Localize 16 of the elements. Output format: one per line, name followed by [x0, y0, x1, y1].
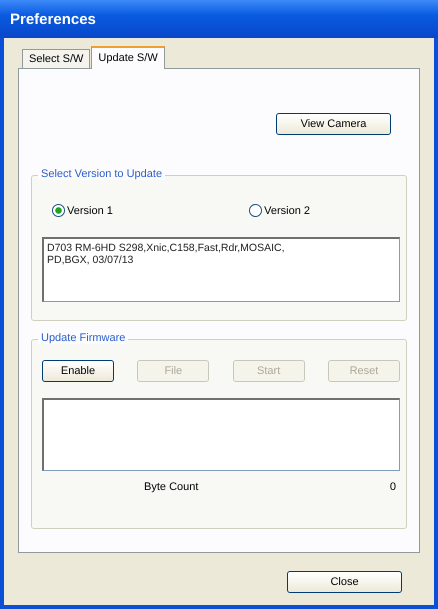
details-field[interactable]: D703 RM-6HD S298,Xnic,C158,Fast,Rdr,MOSAIC, PD,BGX, 03/07/13: [42, 237, 400, 302]
radio-label[interactable]: Version 1: [67, 204, 113, 216]
tab[interactable]: Update S/W: [91, 46, 165, 69]
byte-count-label: Byte Count: [144, 481, 198, 493]
radio-button[interactable]: [249, 204, 262, 217]
group-title: Update Firmware: [38, 332, 128, 344]
tab[interactable]: Select S/W: [22, 49, 90, 68]
radio-label[interactable]: Version 2: [264, 204, 310, 216]
push-button[interactable]: Enable: [42, 360, 114, 382]
close-button[interactable]: Close: [287, 571, 402, 593]
window-title: Preferences: [10, 10, 96, 28]
byte-count-value: 0: [390, 481, 396, 493]
radio-button[interactable]: [52, 204, 65, 217]
log-field[interactable]: [42, 398, 400, 471]
view-camera-button[interactable]: View Camera: [276, 113, 391, 135]
group-title: Select Version to Update: [38, 168, 166, 180]
